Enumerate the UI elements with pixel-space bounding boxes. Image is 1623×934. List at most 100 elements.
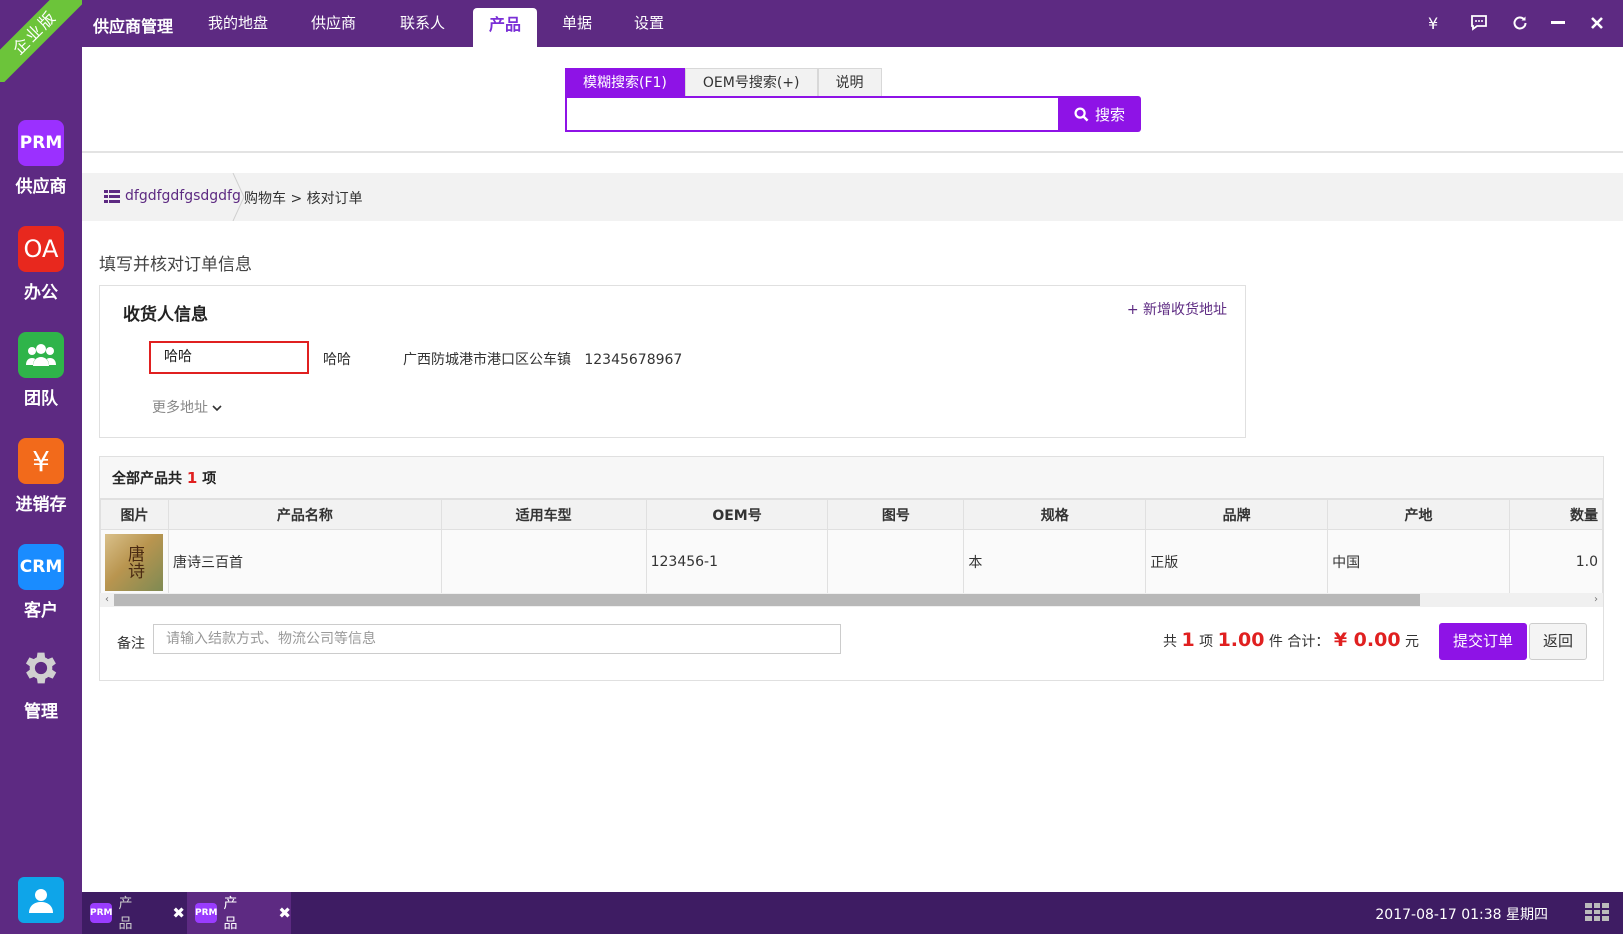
summary-item-unit: 项 bbox=[1199, 634, 1214, 650]
order-summary: 共 1 项 1.00 件 合计： ¥ 0.00 元 bbox=[1163, 629, 1419, 651]
task-tab-products-2[interactable]: PRM 产品 ✖ bbox=[187, 892, 291, 934]
page-title: 填写并核对订单信息 bbox=[99, 255, 252, 275]
refresh-icon[interactable] bbox=[1512, 15, 1528, 35]
scrollbar-thumb[interactable] bbox=[114, 594, 1421, 606]
crm-icon: CRM bbox=[18, 544, 64, 590]
summary-currency-unit: 元 bbox=[1405, 634, 1419, 650]
breadcrumb-home[interactable]: dfgdfgdfgsdgdfg bbox=[104, 188, 241, 204]
back-button[interactable]: 返回 bbox=[1529, 623, 1587, 660]
nav-my-area[interactable]: 我的地盘 bbox=[208, 0, 268, 47]
search-icon bbox=[1074, 106, 1089, 121]
search-tabs: 模糊搜索(F1) OEM号搜索(+) 说明 bbox=[565, 68, 882, 96]
grid-menu-icon[interactable] bbox=[1585, 903, 1609, 921]
product-car-model bbox=[440, 529, 647, 595]
task-label: 产品 bbox=[223, 896, 238, 932]
search-area: 模糊搜索(F1) OEM号搜索(+) 说明 搜索 bbox=[82, 47, 1623, 153]
sidebar-app-prm[interactable]: PRM 供应商 bbox=[0, 120, 82, 197]
receiver-heading: 收货人信息 bbox=[123, 305, 208, 325]
tab-oem-search[interactable]: OEM号搜索(+) bbox=[684, 68, 818, 96]
receiver-address: 广西防城港市港口区公车镇 12345678967 bbox=[403, 349, 682, 369]
user-icon[interactable] bbox=[18, 877, 64, 923]
scroll-left-icon[interactable]: ‹ bbox=[100, 593, 114, 607]
note-label: 备注 bbox=[117, 636, 145, 652]
products-panel: 全部产品共 1 项 图片 产品名称 适用车型 OEM号 图号 规格 品牌 产地 … bbox=[99, 456, 1604, 681]
col-image: 图片 bbox=[100, 499, 169, 530]
table-header-row: 图片 产品名称 适用车型 OEM号 图号 规格 品牌 产地 数量 bbox=[100, 499, 1604, 530]
sidebar-app-team[interactable]: 团队 bbox=[0, 332, 82, 409]
receiver-address-text: 广西防城港市港口区公车镇 bbox=[403, 352, 571, 368]
sidebar-app-crm[interactable]: CRM 客户 bbox=[0, 544, 82, 621]
summary-item-count: 1 bbox=[1181, 629, 1195, 651]
left-sidebar: 企业版 PRM 供应商 OA 办公 团队 ¥ 进销存 CRM 客户 管理 bbox=[0, 0, 82, 934]
summary-piece-count: 1.00 bbox=[1217, 629, 1265, 651]
submit-order-button[interactable]: 提交订单 bbox=[1439, 623, 1527, 660]
receiver-name: 哈哈 bbox=[323, 352, 351, 368]
sidebar-app-manage[interactable]: 管理 bbox=[0, 645, 82, 722]
list-icon bbox=[104, 189, 120, 203]
edition-ribbon-wrap: 企业版 bbox=[0, 0, 82, 82]
sidebar-app-label: 团队 bbox=[24, 389, 58, 409]
nav-documents[interactable]: 单据 bbox=[562, 0, 592, 47]
search-button[interactable]: 搜索 bbox=[1058, 96, 1141, 132]
scroll-right-icon[interactable]: › bbox=[1589, 593, 1603, 607]
chevron-down-icon bbox=[212, 405, 223, 412]
add-address-link[interactable]: + 新增收货地址 bbox=[1127, 299, 1227, 319]
summary-piece-unit: 件 合计： bbox=[1268, 634, 1330, 650]
search-button-label: 搜索 bbox=[1094, 105, 1125, 124]
sidebar-app-label: 供应商 bbox=[15, 177, 67, 197]
app-brand: 供应商管理 bbox=[93, 17, 174, 36]
nav-suppliers[interactable]: 供应商 bbox=[311, 0, 356, 47]
tab-help[interactable]: 说明 bbox=[817, 68, 882, 96]
col-origin: 产地 bbox=[1327, 499, 1510, 530]
nav-settings[interactable]: 设置 bbox=[634, 0, 664, 47]
close-icon[interactable]: ✖ bbox=[278, 904, 291, 922]
yen-icon: ¥ bbox=[18, 438, 64, 484]
product-brand: 正版 bbox=[1145, 529, 1329, 595]
prm-icon: PRM bbox=[18, 120, 64, 166]
task-label: 产品 bbox=[118, 896, 133, 932]
nav-products[interactable]: 产品 bbox=[473, 8, 538, 47]
clock: 2017-08-17 01:38 星期四 bbox=[1375, 907, 1548, 923]
edition-ribbon: 企业版 bbox=[0, 0, 82, 82]
col-quantity: 数量 bbox=[1508, 499, 1604, 530]
yen-icon[interactable]: ¥ bbox=[1428, 14, 1438, 33]
nav-contacts[interactable]: 联系人 bbox=[400, 0, 445, 47]
col-oem: OEM号 bbox=[645, 499, 829, 530]
minimize-icon[interactable] bbox=[1551, 21, 1565, 24]
products-heading-prefix: 全部产品共 bbox=[112, 471, 182, 487]
sidebar-app-label: 进销存 bbox=[15, 495, 67, 515]
col-car-model: 适用车型 bbox=[440, 499, 647, 530]
team-icon bbox=[18, 332, 64, 378]
sidebar-app-inventory[interactable]: ¥ 进销存 bbox=[0, 438, 82, 515]
taskbar: PRM 产品 ✖ PRM 产品 ✖ 2017-08-17 01:38 星期四 bbox=[82, 892, 1623, 934]
note-input[interactable]: 请输入结款方式、物流公司等信息 bbox=[153, 624, 841, 654]
breadcrumb-path: 购物车 > 核对订单 bbox=[244, 191, 363, 207]
products-count: 1 bbox=[186, 469, 198, 487]
task-tab-products-1[interactable]: PRM 产品 ✖ bbox=[82, 892, 185, 934]
more-addresses-label: 更多地址 bbox=[152, 400, 208, 416]
product-quantity: 1.0 bbox=[1508, 529, 1604, 595]
col-spec: 规格 bbox=[963, 499, 1147, 530]
selected-receiver-chip[interactable]: 哈哈 bbox=[149, 341, 309, 374]
prm-badge-icon: PRM bbox=[90, 903, 113, 923]
more-addresses-toggle[interactable]: 更多地址 bbox=[152, 397, 223, 417]
products-table: 图片 产品名称 适用车型 OEM号 图号 规格 品牌 产地 数量 唐诗 唐诗三百… bbox=[100, 499, 1604, 595]
gear-icon bbox=[18, 645, 64, 691]
tab-fuzzy-search[interactable]: 模糊搜索(F1) bbox=[565, 68, 685, 96]
horizontal-scrollbar[interactable]: ‹ › bbox=[100, 593, 1603, 607]
chat-icon[interactable] bbox=[1470, 15, 1488, 35]
close-icon[interactable] bbox=[1590, 15, 1604, 34]
close-icon[interactable]: ✖ bbox=[172, 904, 185, 922]
products-heading-suffix: 项 bbox=[202, 471, 217, 487]
table-row: 唐诗 唐诗三百首 123456-1 本 正版 中国 1.0 bbox=[100, 529, 1604, 595]
sidebar-app-label: 管理 bbox=[24, 702, 58, 722]
product-drawing-no bbox=[827, 529, 965, 595]
sidebar-app-label: 客户 bbox=[24, 601, 58, 621]
search-input[interactable] bbox=[565, 96, 1058, 132]
receiver-phone: 12345678967 bbox=[584, 352, 683, 368]
product-thumbnail[interactable]: 唐诗 bbox=[105, 533, 163, 591]
sidebar-app-oa[interactable]: OA 办公 bbox=[0, 226, 82, 303]
sidebar-app-label: 办公 bbox=[24, 283, 58, 303]
summary-total: ¥ 0.00 bbox=[1333, 629, 1401, 651]
summary-prefix: 共 bbox=[1162, 634, 1177, 650]
